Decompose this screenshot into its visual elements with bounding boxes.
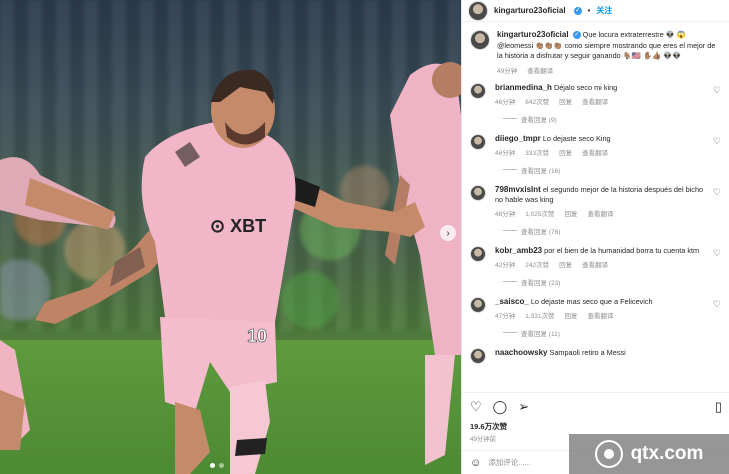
- post-photo[interactable]: ⊙ XBT 10 ›: [0, 0, 461, 474]
- comments-list: kingarturo23oficial ✓ Que locura extrate…: [462, 22, 729, 364]
- view-replies-link[interactable]: 查看回复 (11): [503, 328, 721, 338]
- caption-translate-link[interactable]: 查看翻译: [527, 65, 553, 75]
- heart-icon[interactable]: ♡: [470, 399, 482, 415]
- likes-count[interactable]: 19.6万次赞: [470, 421, 722, 432]
- post-side-panel: kingarturo23oficial ✓ • 关注 kingarturo23o…: [461, 0, 729, 474]
- comment-likes[interactable]: 242次赞: [525, 259, 549, 269]
- comment-likes[interactable]: 842次赞: [525, 96, 549, 106]
- comment-time: 47分钟: [495, 312, 516, 320]
- comment-icon[interactable]: ◯: [493, 399, 508, 415]
- heart-icon[interactable]: ♡: [713, 85, 721, 96]
- comment-avatar[interactable]: [470, 184, 486, 201]
- reply-button[interactable]: 回复: [559, 96, 572, 106]
- caption-time: 49分钟: [497, 67, 518, 75]
- caption-username[interactable]: kingarturo23oficial: [497, 30, 569, 39]
- view-replies-link[interactable]: 查看回复 (16): [503, 165, 721, 175]
- comment-avatar[interactable]: [470, 82, 486, 99]
- reply-button[interactable]: 回复: [559, 259, 572, 269]
- comment-avatar[interactable]: [470, 347, 486, 364]
- instagram-post-view: ⊙ XBT 10 › kingarturo23oficial ✓ • 关注 ki…: [0, 0, 729, 474]
- comment-username[interactable]: naachoowsky: [495, 348, 547, 357]
- translate-link[interactable]: 查看翻译: [588, 208, 614, 218]
- comment-text: por el bien de la humanidad borra tu cue…: [544, 245, 700, 255]
- author-username[interactable]: kingarturo23oficial: [494, 6, 566, 15]
- site-watermark: qtx.com: [569, 434, 729, 474]
- comment-text: Sampaoli retiro a Messi: [549, 347, 626, 357]
- comment-time: 46分钟: [495, 149, 516, 157]
- carousel-dot: [219, 463, 224, 468]
- separator-dot: •: [587, 6, 591, 15]
- reply-button[interactable]: 回复: [565, 208, 578, 218]
- bookmark-icon[interactable]: ▯: [715, 399, 722, 415]
- comment-username[interactable]: diiego_tmpr: [495, 134, 541, 143]
- verified-badge-icon: ✓: [573, 6, 582, 15]
- comment-item: brianmedina_h Déjalo seco mi king 46分钟 84…: [470, 82, 721, 106]
- comment-item: _saisco_ Lo dejaste mas seco que a Felic…: [470, 296, 721, 320]
- svg-text:10: 10: [247, 326, 267, 346]
- comment-username[interactable]: _saisco_: [495, 297, 529, 306]
- comment-text: Lo dejaste seco King: [542, 133, 611, 143]
- translate-link[interactable]: 查看翻译: [588, 310, 614, 320]
- comment-likes[interactable]: 333次赞: [525, 147, 549, 157]
- comment-time: 42分钟: [495, 261, 516, 269]
- comment-item: diiego_tmpr Lo dejaste seco King 46分钟 333…: [470, 133, 721, 157]
- watermark-logo-icon: [594, 440, 623, 468]
- carousel-dot-active: [210, 463, 215, 468]
- comment-text: Déjalo seco mi king: [553, 82, 618, 92]
- author-avatar[interactable]: [470, 30, 490, 50]
- heart-icon[interactable]: ♡: [713, 299, 721, 310]
- reply-button[interactable]: 回复: [559, 147, 572, 157]
- heart-icon[interactable]: ♡: [713, 187, 721, 198]
- comment-username[interactable]: kobr_amb23: [495, 246, 542, 255]
- caption: kingarturo23oficial ✓ Que locura extrate…: [470, 30, 721, 75]
- comment-text: Lo dejaste mas seco que a Felicevich: [530, 296, 653, 306]
- comment-time: 48分钟: [495, 210, 516, 218]
- main-player-figure: ⊙ XBT 10: [35, 69, 425, 474]
- share-icon[interactable]: ➢: [518, 399, 529, 415]
- verified-badge-icon: ✓: [572, 31, 581, 40]
- comment-time: 46分钟: [495, 98, 516, 106]
- svg-text:⊙ XBT: ⊙ XBT: [210, 216, 266, 236]
- heart-icon[interactable]: ♡: [713, 136, 721, 147]
- emoji-icon[interactable]: ☺: [470, 457, 481, 469]
- translate-link[interactable]: 查看翻译: [582, 96, 608, 106]
- comment-item: naachoowsky Sampaoli retiro a Messi: [470, 347, 721, 364]
- carousel-dots: [210, 463, 224, 468]
- view-replies-link[interactable]: 查看回复 (23): [503, 277, 721, 287]
- comment-likes[interactable]: 1,025次赞: [525, 208, 554, 218]
- add-comment-input[interactable]: 添加评论......: [488, 457, 531, 468]
- comment-username[interactable]: brianmedina_h: [495, 83, 552, 92]
- comment-username[interactable]: 798mvxislnt: [495, 185, 541, 194]
- comment-likes[interactable]: 1,331次赞: [525, 310, 554, 320]
- translate-link[interactable]: 查看翻译: [582, 147, 608, 157]
- post-header: kingarturo23oficial ✓ • 关注: [462, 0, 729, 22]
- comment-item: 798mvxislnt el segundo mejor de la histo…: [470, 184, 721, 218]
- view-replies-link[interactable]: 查看回复 (76): [503, 226, 721, 236]
- translate-link[interactable]: 查看翻译: [582, 259, 608, 269]
- follow-button[interactable]: 关注: [596, 5, 612, 16]
- watermark-text: qtx.com: [630, 443, 704, 464]
- comment-item: kobr_amb23 por el bien de la humanidad b…: [470, 245, 721, 269]
- heart-icon[interactable]: ♡: [713, 248, 721, 259]
- carousel-next-button[interactable]: ›: [440, 225, 456, 241]
- author-avatar[interactable]: [468, 0, 488, 21]
- comment-avatar[interactable]: [470, 133, 486, 150]
- comment-avatar[interactable]: [470, 296, 486, 313]
- comment-avatar[interactable]: [470, 245, 486, 262]
- view-replies-link[interactable]: 查看回复 (9): [503, 114, 721, 124]
- reply-button[interactable]: 回复: [565, 310, 578, 320]
